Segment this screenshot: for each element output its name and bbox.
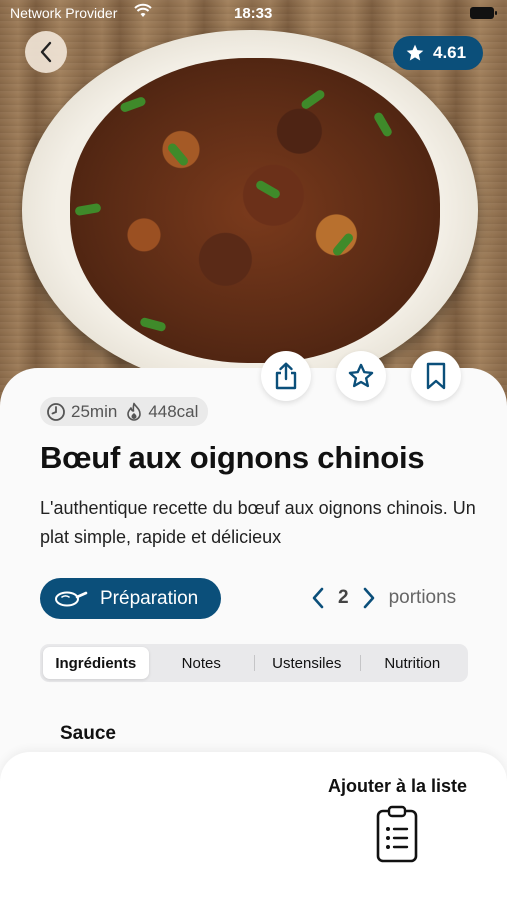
clipboard-list-icon [377,805,418,863]
increase-portions-button[interactable] [361,586,377,610]
calories: 448cal [125,402,198,422]
share-icon [275,362,297,390]
recipe-tabs: Ingrédients Notes Ustensiles Nutrition [40,644,468,682]
frying-pan-icon [55,591,88,606]
tab-nutrition[interactable]: Nutrition [359,647,466,679]
clock: 18:33 [234,5,273,22]
star-filled-icon [406,44,424,61]
favorite-button[interactable] [336,351,386,401]
clock-icon [47,402,65,421]
rating-badge: 4.61 [393,36,483,70]
back-button[interactable] [25,31,67,73]
bookmark-icon [426,362,446,390]
prep-time-value: 25min [71,401,118,421]
tab-notes[interactable]: Notes [149,647,255,679]
network-provider: Network Provider [10,5,118,21]
flame-icon [127,402,142,421]
tab-ingredients[interactable]: Ingrédients [43,647,149,679]
portions-count: 2 [338,587,349,608]
recipe-meta: 25min 448cal [40,397,209,426]
chevron-left-icon [40,41,52,63]
tab-utensils[interactable]: Ustensiles [254,647,360,679]
calories-value: 448cal [148,401,199,421]
rating-value: 4.61 [433,43,467,62]
preparation-label: Préparation [100,587,199,609]
star-icon [348,363,374,388]
prep-time: 25min [46,402,117,422]
decrease-portions-button[interactable] [310,586,326,610]
recipe-title: Bœuf aux oignons chinois [40,440,425,475]
bookmark-button[interactable] [411,351,461,401]
status-bar: Network Provider 18:33 [0,0,507,28]
add-to-list-button[interactable]: Ajouter à la liste [328,776,467,863]
add-to-list-label: Ajouter à la liste [327,776,467,796]
share-button[interactable] [261,351,311,401]
recipe-description: L'authentique recette du bœuf aux oignon… [40,498,476,547]
wifi-icon [134,3,152,22]
battery-icon [470,7,497,19]
ingredient-section-title: Sauce [60,723,116,744]
portions-label: portions [388,587,457,608]
portions-stepper: 2 portions [310,586,456,610]
bottom-panel: Ajouter à la liste [0,752,507,900]
preparation-button[interactable]: Préparation [40,578,221,619]
